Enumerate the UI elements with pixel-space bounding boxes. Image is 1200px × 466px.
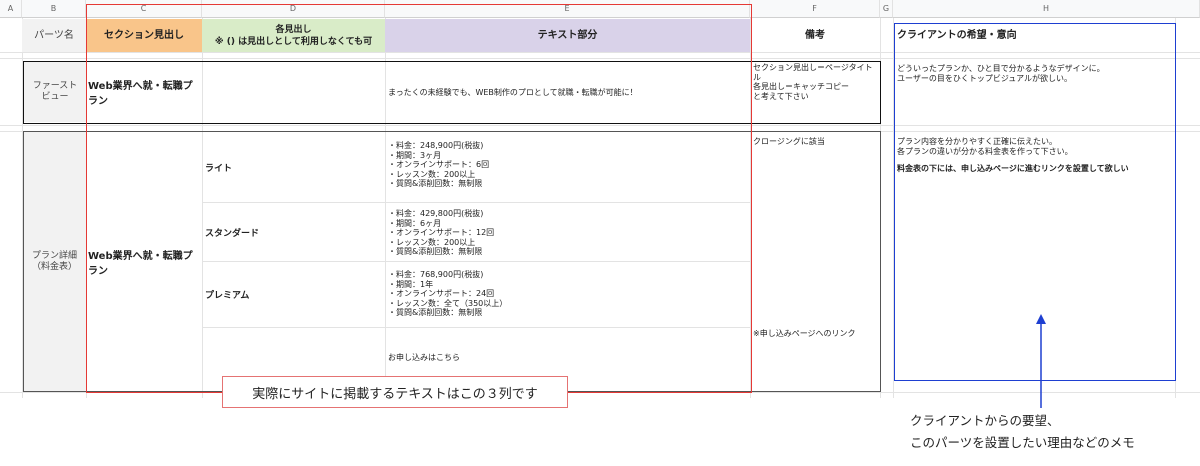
- column-header-h[interactable]: H: [893, 0, 1200, 18]
- publish-text-callout: 実際にサイトに掲載するテキストはこの３列です: [222, 376, 568, 408]
- column-header-f[interactable]: F: [750, 0, 880, 18]
- publish-text-columns-highlight: [86, 4, 752, 393]
- callout-text: 実際にサイトに掲載するテキストはこの３列です: [252, 386, 538, 402]
- arrow-up-icon: [1036, 314, 1046, 408]
- client-memo-note: クライアントからの要望、 このパーツを設置したい理由などのメモ: [910, 413, 1135, 450]
- column-header-b[interactable]: B: [22, 0, 86, 18]
- header-remarks[interactable]: 備考: [750, 19, 880, 52]
- column-header-g[interactable]: G: [880, 0, 893, 18]
- column-header-a[interactable]: A: [0, 0, 22, 18]
- header-parts-name[interactable]: パーツ名: [22, 19, 86, 52]
